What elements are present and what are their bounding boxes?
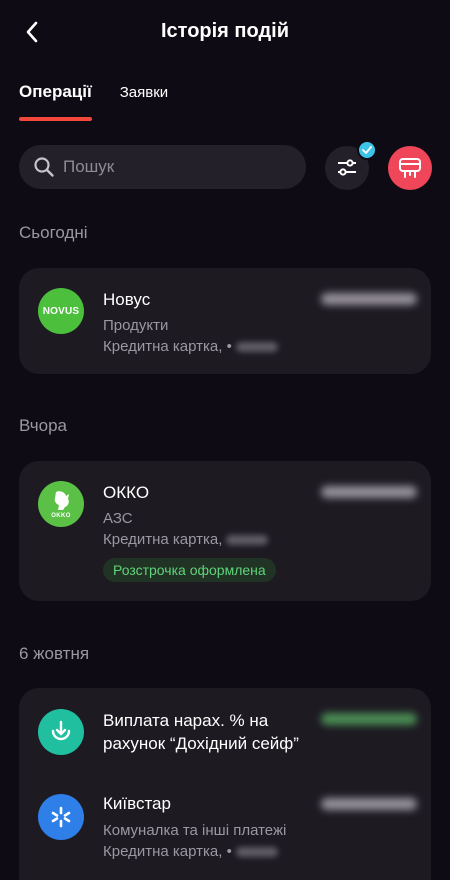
filter-active-badge	[357, 140, 377, 160]
page-title: Історія подій	[160, 20, 289, 42]
operation-title: ОККО	[103, 483, 150, 502]
operation-category: Комуналка та інші платежі	[103, 822, 287, 839]
operation-category: Продукти	[103, 317, 169, 334]
section-label-today: Сьогодні	[19, 223, 88, 242]
operation-item-kyivstar[interactable]: Київстар Комуналка та інші платежі Креди…	[19, 782, 431, 880]
statement-button[interactable]	[388, 146, 432, 190]
operation-item-novus[interactable]: NOVUS Новус Продукти Кредитна картка, •	[19, 268, 431, 374]
search-icon	[34, 157, 54, 177]
interest-payout-logo	[38, 709, 84, 755]
section-label-oct-6: 6 жовтня	[19, 644, 90, 663]
kyivstar-icon	[51, 806, 71, 828]
payment-method-text: Кредитна картка,	[103, 531, 223, 548]
tab-requests[interactable]: Заявки	[120, 84, 168, 120]
amount-hidden	[321, 713, 417, 725]
operation-category: АЗС	[103, 510, 133, 527]
tab-bar: Операції Заявки	[19, 82, 168, 121]
search-input[interactable]	[63, 157, 283, 177]
card-number-hidden	[235, 847, 278, 858]
novus-logo-text: NOVUS	[42, 305, 80, 317]
operation-item-okko[interactable]: OKKO ОККО АЗС Кредитна картка, Розстрочк…	[19, 461, 431, 601]
novus-logo: NOVUS	[38, 288, 84, 334]
amount-hidden	[321, 798, 417, 810]
receipt-chart-icon	[399, 158, 421, 178]
check-icon	[362, 146, 372, 154]
operations-card-yesterday: OKKO ОККО АЗС Кредитна картка, Розстрочк…	[19, 461, 431, 601]
header: Історія подій	[0, 0, 450, 64]
filter-button[interactable]	[325, 140, 377, 190]
payment-method-text: Кредитна картка, •	[103, 843, 232, 860]
operation-payment-method: Кредитна картка, •	[103, 338, 278, 355]
card-number-hidden	[235, 342, 278, 353]
sliders-icon	[338, 159, 356, 176]
installment-badge: Розстрочка оформлена	[103, 558, 276, 582]
operation-title: Київстар	[103, 794, 171, 813]
operation-title: Новус	[103, 290, 151, 309]
amount-hidden	[321, 486, 417, 498]
card-number-hidden	[226, 535, 269, 546]
kyivstar-logo	[38, 794, 84, 840]
section-label-yesterday: Вчора	[19, 416, 67, 435]
operation-payment-method: Кредитна картка,	[103, 531, 269, 548]
payment-method-text: Кредитна картка, •	[103, 338, 232, 355]
operations-card-today: NOVUS Новус Продукти Кредитна картка, •	[19, 268, 431, 374]
operation-title: Виплата нарах. % на рахунок “Дохідний се…	[103, 711, 299, 753]
operation-item-interest-payout[interactable]: Виплата нарах. % на рахунок “Дохідний се…	[19, 688, 431, 778]
search-bar[interactable]	[19, 145, 306, 189]
amount-hidden	[321, 293, 417, 305]
okko-logo-text: OKKO	[51, 513, 71, 519]
operation-payment-method: Кредитна картка, •	[103, 843, 278, 860]
operations-card-oct-6: Виплата нарах. % на рахунок “Дохідний се…	[19, 688, 431, 880]
okko-logo: OKKO	[38, 481, 84, 527]
tab-operations[interactable]: Операції	[19, 82, 92, 121]
download-icon	[51, 720, 71, 741]
